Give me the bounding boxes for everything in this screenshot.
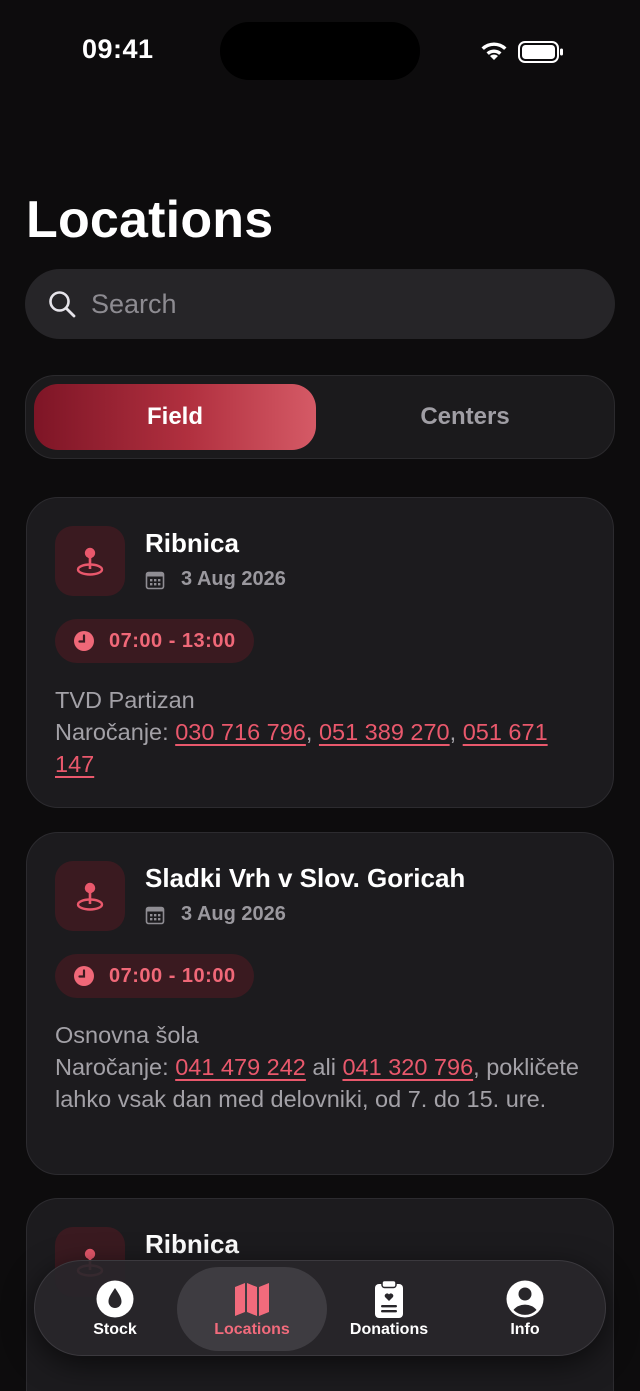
tab-stock[interactable]: Stock [65,1261,165,1357]
person-circle-icon [506,1280,544,1318]
location-card[interactable]: Ribnica 3 Aug 2026 07:00 - 13:00 TVD Par… [26,497,614,808]
booking-label: Naročanje: [55,1054,176,1080]
dynamic-island [220,22,420,80]
tab-label: Info [510,1321,540,1338]
search-bar[interactable] [25,269,615,339]
wifi-icon [481,42,507,60]
separator: ali [305,1054,343,1080]
location-card[interactable]: Sladki Vrh v Slov. Goricah 3 Aug 2026 07… [26,832,614,1175]
calendar-icon [145,906,165,924]
separator: , [305,719,319,745]
tab-bar: Stock Locations Donations Info [34,1260,606,1356]
search-icon [49,291,76,318]
time-range: 07:00 - 10:00 [109,964,236,987]
status-bar: 09:41 [0,0,640,100]
location-type-segmented-control: Field Centers [25,375,615,459]
date-row: 3 Aug 2026 [145,903,286,926]
clock-icon [74,631,94,651]
tab-info[interactable]: Info [475,1261,575,1357]
search-input[interactable] [91,288,571,320]
map-pin-icon [76,547,104,576]
phone-link[interactable]: 030 716 796 [175,719,306,745]
status-time: 09:41 [82,34,154,64]
battery-icon [518,41,563,63]
tab-label: Locations [214,1321,290,1338]
tab-label: Stock [93,1321,137,1338]
tab-locations[interactable]: Locations [177,1267,327,1351]
venue-name: Osnovna šola [55,1022,199,1048]
map-icon [235,1283,269,1316]
location-date: 3 Aug 2026 [181,568,286,590]
phone-link[interactable]: 041 479 242 [175,1054,306,1080]
location-name: Ribnica [145,528,239,558]
location-date: 3 Aug 2026 [181,903,286,925]
date-row: 3 Aug 2026 [145,568,286,591]
location-name: Ribnica [145,1229,239,1259]
segment-centers[interactable]: Centers [322,384,608,450]
separator: , [449,719,463,745]
map-pin-icon [76,882,104,911]
segment-field[interactable]: Field [34,384,316,450]
location-pin-tile [55,526,125,596]
calendar-icon [145,571,165,589]
tab-label: Donations [349,1321,429,1338]
location-pin-tile [55,861,125,931]
page-title: Locations [26,191,274,249]
location-description: TVD Partizan Naročanje: 030 716 796, 051… [55,684,585,780]
blood-drop-icon [96,1280,134,1318]
clock-icon [74,966,94,986]
tab-donations[interactable]: Donations [339,1261,439,1357]
location-name: Sladki Vrh v Slov. Goricah [145,863,466,893]
time-badge: 07:00 - 10:00 [55,954,254,998]
location-description: Osnovna šola Naročanje: 041 479 242 ali … [55,1019,585,1115]
phone-link[interactable]: 041 320 796 [342,1054,473,1080]
time-badge: 07:00 - 13:00 [55,619,254,663]
venue-name: TVD Partizan [55,687,195,713]
clipboard-heart-icon [375,1279,403,1318]
phone-link[interactable]: 051 389 270 [319,719,450,745]
booking-label: Naročanje: [55,719,176,745]
time-range: 07:00 - 13:00 [109,629,236,652]
